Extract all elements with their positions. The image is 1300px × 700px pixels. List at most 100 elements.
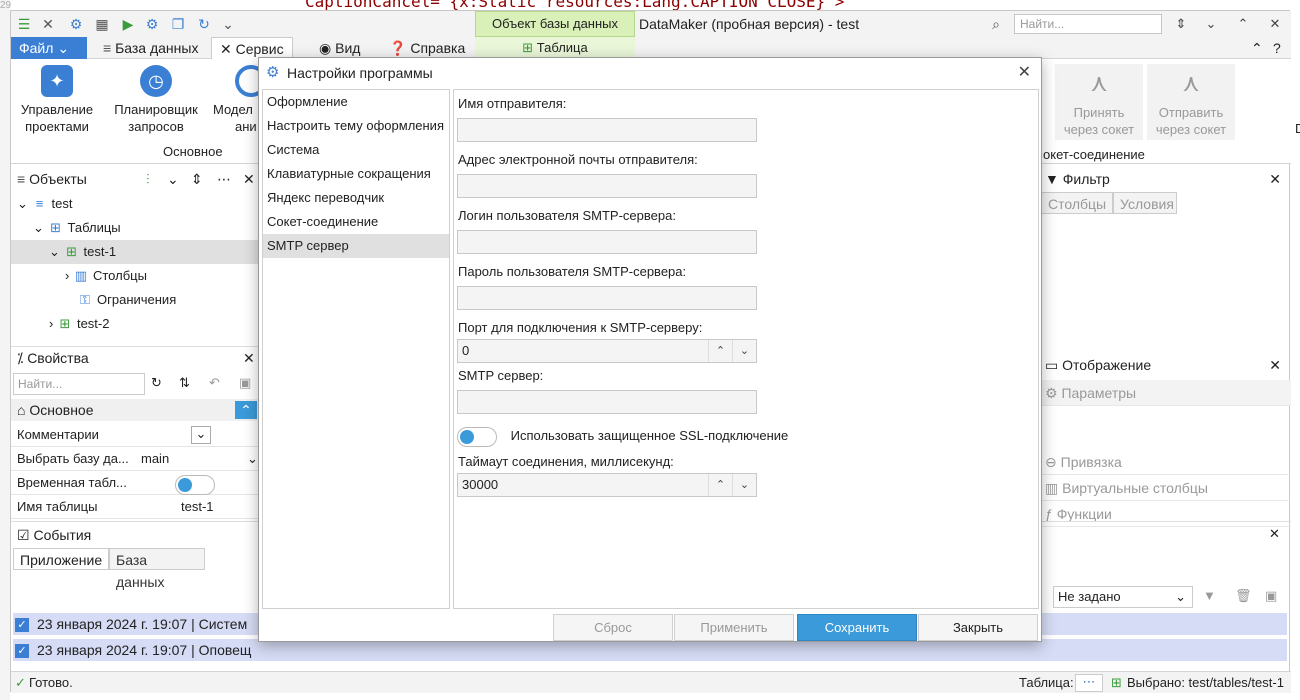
tree-node-constraints[interactable]: ⚿ Ограничения	[77, 288, 176, 312]
context-tab-table[interactable]: ⊞ Таблица	[475, 37, 635, 59]
event-text: 23 января 2024 г. 19:07 | Систем	[37, 616, 248, 632]
display-item-virtual-columns[interactable]: ▥ Виртуальные столбцы	[1041, 475, 1291, 501]
chevron-down-icon[interactable]: ⌄	[732, 340, 756, 362]
chevron-down-icon[interactable]: ⌄	[167, 168, 179, 190]
send-socket-button[interactable]: ⋏ Отправить через сокет	[1147, 64, 1235, 140]
sender-name-input[interactable]	[457, 118, 757, 142]
close-icon[interactable]: ✕	[243, 347, 255, 369]
checkbox-checked-icon[interactable]: ✓	[15, 618, 29, 633]
tree-node-test-1[interactable]: ⌄ ⊞ test-1	[11, 240, 261, 264]
close-icon[interactable]: ✕	[243, 168, 255, 190]
refresh-icon[interactable]: ↻	[151, 375, 162, 391]
sender-email-input[interactable]	[457, 174, 757, 198]
tree-label: Таблицы	[67, 220, 121, 235]
settings-icon[interactable]: ⚙	[143, 15, 161, 33]
checkbox-checked-icon[interactable]: ✓	[15, 644, 29, 659]
prop-row-database[interactable]: Выбрать базу да... main ⌄	[11, 447, 259, 471]
chevron-up-icon[interactable]: ⌃	[1233, 15, 1253, 33]
menu-database[interactable]: ≡ База данных	[95, 37, 206, 59]
chevron-down-icon[interactable]: ⌄	[247, 447, 258, 471]
undo-icon[interactable]: ↶	[209, 375, 220, 391]
apply-button[interactable]: Применить	[674, 614, 794, 641]
copy-icon[interactable]: ❐	[169, 15, 187, 33]
event-row[interactable]: ✓ 23 января 2024 г. 19:07 | Оповещ	[13, 639, 1287, 661]
events-tab-database[interactable]: База данных	[109, 548, 205, 590]
receive-socket-button[interactable]: ⋏ Принять через сокет	[1055, 64, 1143, 140]
gear-icon[interactable]: ⚙	[67, 15, 85, 33]
manage-projects-button[interactable]: ✦ Управление проектами	[15, 65, 99, 135]
tree-node-test-2[interactable]: › ⊞ test-2	[49, 312, 109, 336]
prop-row-table-name[interactable]: Имя таблицы test-1	[11, 495, 259, 519]
chevron-down-icon[interactable]: ⌄	[191, 426, 211, 444]
events-filter-select[interactable]: Не задано ⌄	[1053, 586, 1193, 608]
smtp-login-input[interactable]	[457, 230, 757, 254]
filter-icon[interactable]: ▼	[1203, 588, 1216, 603]
nav-item-yandex-translator[interactable]: Яндекс переводчик	[263, 186, 449, 210]
tables-icon: ⊞	[50, 220, 61, 235]
tools-icon[interactable]: ✕	[39, 15, 57, 33]
filter-tab-conditions[interactable]: Условия	[1113, 192, 1177, 214]
close-icon[interactable]: ✕	[1269, 168, 1281, 190]
dialog-close-icon[interactable]: ✕	[1018, 58, 1031, 88]
events-title: События	[33, 527, 92, 543]
tree-node-tables[interactable]: ⌄ ⊞ Таблицы	[33, 216, 121, 240]
help-button[interactable]: ?	[1265, 37, 1289, 59]
tree-node-test[interactable]: ⌄ ≡ test	[17, 192, 73, 216]
chevron-up-icon[interactable]: ⌃	[708, 474, 732, 496]
close-icon[interactable]: ✕	[1265, 15, 1285, 33]
chevron-up-icon[interactable]: ⌃	[708, 340, 732, 362]
close-icon[interactable]: ✕	[1269, 354, 1281, 376]
search-icon[interactable]: ⌕	[987, 15, 1005, 33]
reset-button[interactable]: Сброс	[553, 614, 673, 641]
events-tab-application[interactable]: Приложение	[13, 548, 109, 570]
chevron-down-icon[interactable]: ⌄	[732, 474, 756, 496]
prop-row-temporary[interactable]: Временная табл...	[11, 471, 259, 495]
nav-item-system[interactable]: Система	[263, 138, 449, 162]
run-icon[interactable]: ▶	[119, 15, 137, 33]
display-item-parameters[interactable]: ⚙ Параметры	[1041, 380, 1291, 406]
ssl-toggle[interactable]	[457, 426, 497, 447]
settings-dialog: ⚙ Настройки программы ✕ Оформление Настр…	[258, 57, 1042, 642]
prop-row-comments[interactable]: Комментарии ⌄	[11, 423, 259, 447]
sort-icon[interactable]: ⇅	[179, 375, 190, 391]
nav-item-shortcuts[interactable]: Клавиатурные сокращения	[263, 162, 449, 186]
editor-gutter: 29	[0, 0, 11, 700]
menu-view[interactable]: ◉ Вид	[311, 37, 368, 59]
close-button[interactable]: Закрыть	[918, 614, 1038, 641]
chevron-down-icon[interactable]: ⌄	[1201, 15, 1221, 33]
properties-section-main[interactable]: ⌂ Основное ⌃	[11, 399, 261, 421]
chevron-down-icon: ⌄	[17, 196, 28, 211]
tree-node-columns[interactable]: › ▥ Столбцы	[65, 264, 147, 288]
save-icon[interactable]: ▣	[1265, 588, 1277, 604]
close-icon[interactable]: ✕	[1269, 526, 1280, 542]
refresh-icon[interactable]: ↻	[195, 15, 213, 33]
sort-icon[interactable]: ⇕	[191, 168, 203, 190]
properties-search-input[interactable]: Найти...	[13, 373, 145, 395]
nav-item-smtp[interactable]: SMTP сервер	[263, 234, 449, 258]
menu-service[interactable]: ✕ Сервис	[211, 37, 293, 59]
table-picker-button[interactable]: ⋯	[1075, 674, 1103, 692]
nav-item-socket[interactable]: Сокет-соединение	[263, 210, 449, 234]
temporary-toggle[interactable]	[175, 474, 215, 495]
sort-icon[interactable]: ⇕	[1171, 15, 1191, 33]
chevron-up-icon[interactable]: ⌃	[235, 401, 257, 419]
nav-item-theme[interactable]: Настроить тему оформления	[263, 114, 449, 138]
save-icon[interactable]: ▣	[239, 375, 251, 391]
query-scheduler-button[interactable]: ◷ Планировщик запросов	[109, 65, 203, 135]
grid-icon[interactable]: ▦	[93, 15, 111, 33]
more-icon[interactable]: ⋯	[217, 168, 231, 190]
smtp-server-input[interactable]	[457, 390, 757, 414]
menu-file[interactable]: Файл ⌄	[11, 37, 87, 59]
nav-item-appearance[interactable]: Оформление	[263, 90, 449, 114]
display-item-binding[interactable]: ⊖ Привязка	[1041, 449, 1291, 475]
save-button[interactable]: Сохранить	[797, 614, 917, 641]
timeout-stepper[interactable]: 30000 ⌃ ⌄	[457, 473, 757, 497]
chevron-down-icon[interactable]: ⌄	[219, 15, 237, 33]
menu-help[interactable]: ❓ Справка	[381, 37, 473, 59]
smtp-port-stepper[interactable]: 0 ⌃ ⌄	[457, 339, 757, 363]
trash-icon[interactable]: 🗑	[1235, 588, 1252, 604]
filter-tab-columns[interactable]: Столбцы	[1041, 192, 1113, 214]
search-input[interactable]: Найти...	[1014, 14, 1162, 34]
smtp-password-input[interactable]	[457, 286, 757, 310]
tree-view-icon[interactable]: ⫶	[146, 168, 150, 190]
